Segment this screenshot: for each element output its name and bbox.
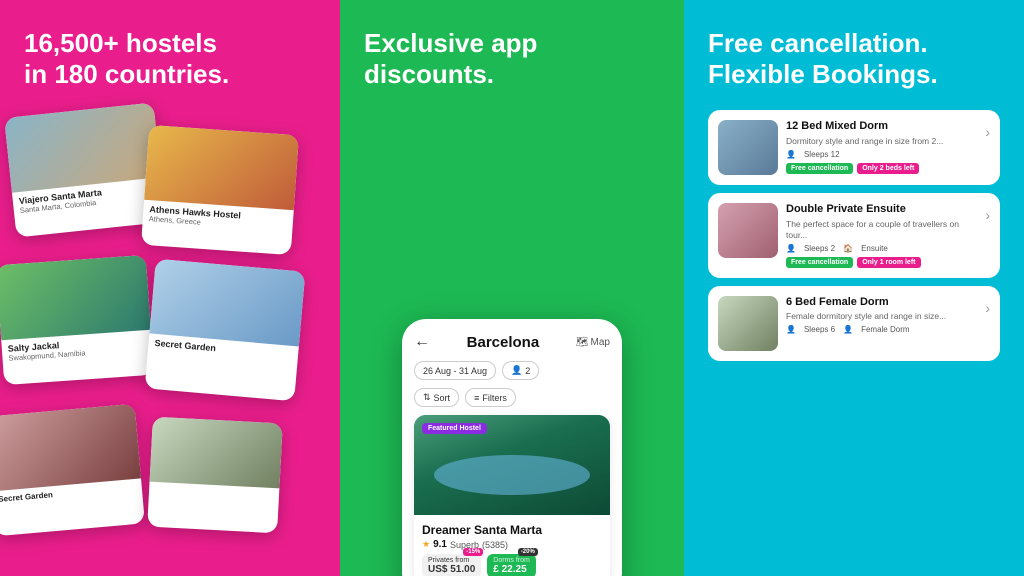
room-desc: Female dormitory style and range in size… bbox=[786, 311, 977, 322]
room-info: Double Private Ensuite The perfect space… bbox=[786, 203, 977, 267]
dorm-label: Dorms from bbox=[493, 557, 530, 564]
pool-decoration bbox=[434, 455, 590, 495]
room-meta: 👤 Sleeps 12 bbox=[786, 150, 977, 159]
panel1-headline: 16,500+ hostels in 180 countries. bbox=[24, 28, 316, 90]
room-name: 12 Bed Mixed Dorm bbox=[786, 120, 977, 133]
room-thumb-image bbox=[718, 296, 778, 351]
hostel-card: Salty Jackal Swakopmund, Namibia bbox=[0, 255, 154, 385]
private-label: Privates from bbox=[428, 557, 475, 564]
sleeps-icon: 👤 bbox=[786, 244, 796, 253]
amenity-icon: 👤 bbox=[843, 325, 853, 334]
back-icon[interactable]: ← bbox=[414, 333, 430, 351]
featured-listing[interactable]: Featured Hostel Dreamer Santa Marta ★ 9.… bbox=[414, 415, 610, 576]
dorm-price: £ 22.25 bbox=[493, 564, 530, 575]
tag-free-cancellation: Free cancellation bbox=[786, 163, 853, 174]
private-discount: -15% bbox=[463, 548, 483, 556]
room-thumbnail bbox=[718, 296, 778, 351]
panel3-headline: Free cancellation. Flexible Bookings. bbox=[708, 28, 1000, 90]
tag-free-cancellation: Free cancellation bbox=[786, 257, 853, 268]
sleeps-icon: 👤 bbox=[786, 325, 796, 334]
hostel-card: Secret Garden bbox=[0, 404, 145, 537]
sleeps-label: Sleeps 6 bbox=[804, 325, 835, 334]
listing-prices: -15% Privates from US$ 51.00 -20% Dorms … bbox=[422, 554, 602, 576]
phone-filters: 26 Aug - 31 Aug 👤 2 bbox=[414, 361, 610, 380]
amenity-icon: 🏠 bbox=[843, 244, 853, 253]
card-name bbox=[155, 486, 273, 492]
listing-info: Dreamer Santa Marta ★ 9.1 Superb (5385) … bbox=[414, 515, 610, 576]
amenity-label: Female Dorm bbox=[861, 325, 909, 334]
map-button[interactable]: 🗺 Map bbox=[576, 337, 610, 348]
rating-score: 9.1 bbox=[433, 539, 447, 550]
room-thumbnail bbox=[718, 120, 778, 175]
sleeps-label: Sleeps 2 bbox=[804, 244, 835, 253]
chevron-right-icon[interactable]: › bbox=[985, 124, 990, 140]
sort-icon: ⇅ bbox=[423, 392, 431, 403]
room-info: 12 Bed Mixed Dorm Dormitory style and ra… bbox=[786, 120, 977, 173]
amenity-label: Ensuite bbox=[861, 244, 888, 253]
tag-availability: Only 2 beds left bbox=[857, 163, 919, 174]
chevron-right-icon[interactable]: › bbox=[985, 300, 990, 316]
date-label: 26 Aug - 31 Aug bbox=[423, 366, 487, 376]
hostel-card: Secret Garden bbox=[145, 259, 306, 402]
room-thumb-image bbox=[718, 120, 778, 175]
hostel-card: Athens Hawks Hostel Athens, Greece bbox=[141, 125, 299, 255]
star-icon: ★ bbox=[422, 539, 430, 550]
room-card[interactable]: Double Private Ensuite The perfect space… bbox=[708, 193, 1000, 277]
room-desc: Dormitory style and range in size from 2… bbox=[786, 136, 977, 147]
panel-hostels: 16,500+ hostels in 180 countries. Viajer… bbox=[0, 0, 340, 576]
listing-rating: ★ 9.1 Superb (5385) bbox=[422, 539, 602, 550]
room-thumb-image bbox=[718, 203, 778, 258]
panel-discounts: Exclusive app discounts. ← Barcelona 🗺 M… bbox=[340, 0, 684, 576]
private-price-box: -15% Privates from US$ 51.00 bbox=[422, 554, 481, 576]
private-price: US$ 51.00 bbox=[428, 564, 475, 575]
hostel-cards-container: Viajero Santa Marta Santa Marta, Colombi… bbox=[0, 110, 340, 570]
filters-icon: ≡ bbox=[474, 393, 479, 403]
date-filter[interactable]: 26 Aug - 31 Aug bbox=[414, 361, 496, 380]
phone-mockup: ← Barcelona 🗺 Map 26 Aug - 31 Aug 👤 2 ⇅ … bbox=[402, 319, 622, 576]
room-cards-list: 12 Bed Mixed Dorm Dormitory style and ra… bbox=[708, 110, 1000, 360]
room-desc: The perfect space for a couple of travel… bbox=[786, 219, 977, 241]
hostel-card bbox=[147, 417, 283, 534]
sleeps-icon: 👤 bbox=[786, 150, 796, 159]
room-meta: 👤 Sleeps 2 🏠 Ensuite bbox=[786, 244, 977, 253]
hostel-card: Viajero Santa Marta Santa Marta, Colombi… bbox=[4, 102, 166, 237]
room-info: 6 Bed Female Dorm Female dormitory style… bbox=[786, 296, 977, 337]
map-icon: 🗺 bbox=[576, 337, 589, 348]
guests-icon: 👤 bbox=[511, 365, 522, 376]
room-tags: Free cancellation Only 1 room left bbox=[786, 257, 977, 268]
room-name: 6 Bed Female Dorm bbox=[786, 296, 977, 309]
dorm-discount: -20% bbox=[518, 548, 538, 556]
room-card[interactable]: 6 Bed Female Dorm Female dormitory style… bbox=[708, 286, 1000, 361]
room-card[interactable]: 12 Bed Mixed Dorm Dormitory style and ra… bbox=[708, 110, 1000, 185]
listing-image: Featured Hostel bbox=[414, 415, 610, 515]
chevron-right-icon[interactable]: › bbox=[985, 207, 990, 223]
phone-header: ← Barcelona 🗺 Map bbox=[414, 333, 610, 351]
filters-button[interactable]: ≡ Filters bbox=[465, 388, 516, 407]
reviews-count: (5385) bbox=[482, 540, 508, 550]
sleeps-label: Sleeps 12 bbox=[804, 150, 840, 159]
room-name: Double Private Ensuite bbox=[786, 203, 977, 216]
listing-name: Dreamer Santa Marta bbox=[422, 523, 602, 537]
sort-button[interactable]: ⇅ Sort bbox=[414, 388, 459, 407]
room-tags: Free cancellation Only 2 beds left bbox=[786, 163, 977, 174]
guests-filter[interactable]: 👤 2 bbox=[502, 361, 539, 380]
featured-badge: Featured Hostel bbox=[422, 423, 487, 434]
room-thumbnail bbox=[718, 203, 778, 258]
panel-cancellation: Free cancellation. Flexible Bookings. 12… bbox=[684, 0, 1024, 576]
dorm-price-box: -20% Dorms from £ 22.25 bbox=[487, 554, 536, 576]
city-label: Barcelona bbox=[467, 334, 540, 351]
tag-availability: Only 1 room left bbox=[857, 257, 920, 268]
phone-sort-filters: ⇅ Sort ≡ Filters bbox=[414, 388, 610, 407]
panel2-headline: Exclusive app discounts. bbox=[364, 28, 660, 90]
room-meta: 👤 Sleeps 6 👤 Female Dorm bbox=[786, 325, 977, 334]
